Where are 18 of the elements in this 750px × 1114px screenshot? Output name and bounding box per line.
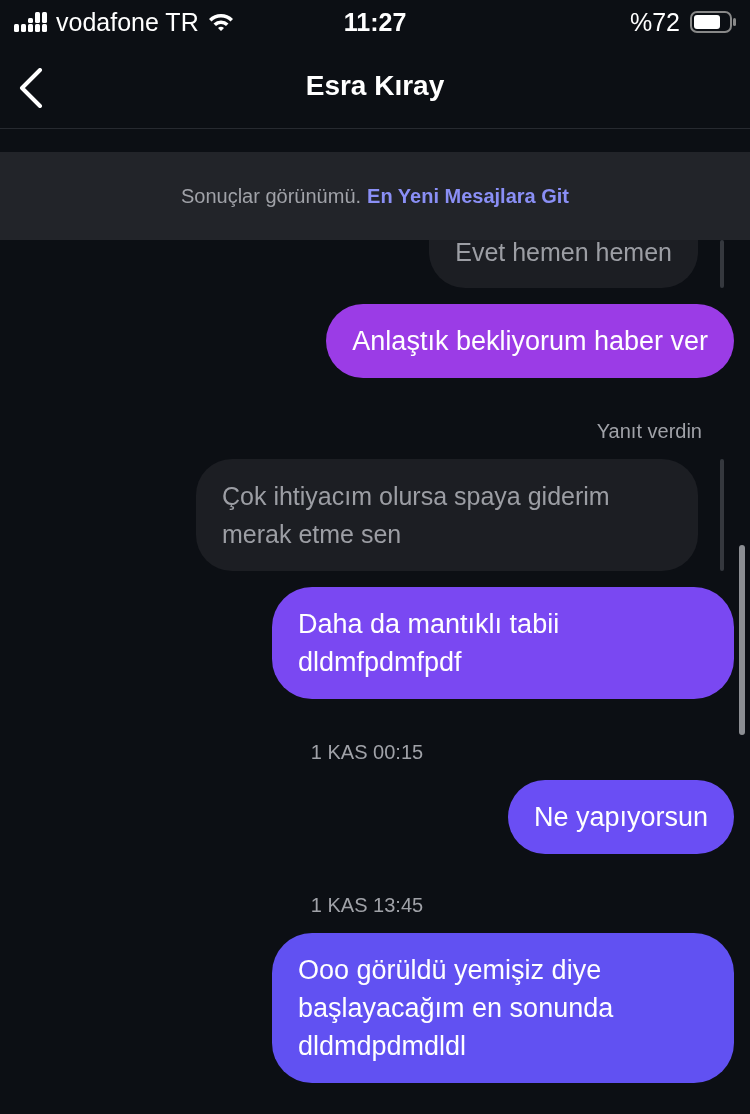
newest-messages-link[interactable]: En Yeni Mesajlara Git — [367, 184, 570, 208]
reply-note: Yanıt verdin — [596, 420, 702, 443]
clock-time: 11:27 — [343, 7, 407, 37]
replied-message: Evet hemen hemen — [429, 240, 698, 288]
sent-message: Anlaştık bekliyorum haber ver — [326, 304, 734, 378]
timestamp: 1 KAS 00:15 — [310, 741, 424, 764]
sent-message: Ooo görüldü yemişiz diye başlayacağım en sonunda dldmdpdmdldl — [272, 933, 734, 1083]
timestamp: 1 KAS 13:45 — [310, 894, 424, 917]
signal-icon — [14, 10, 48, 34]
replied-message: Çok ihtiyacım olursa spaya giderim merak etme sen — [196, 459, 698, 571]
battery-percent: %72 — [629, 7, 680, 37]
sent-message: Ne yapıyorsun — [507, 780, 734, 854]
contact-name: Esra Kıray — [305, 70, 445, 102]
sent-message: Daha da mantıklı tabii dldmfpdmfpdf — [272, 587, 734, 699]
back-icon — [18, 68, 44, 108]
banner-text: Sonuçlar görünümü. — [180, 184, 362, 208]
battery-icon — [690, 10, 736, 34]
carrier-name: vodafone TR — [56, 7, 199, 37]
